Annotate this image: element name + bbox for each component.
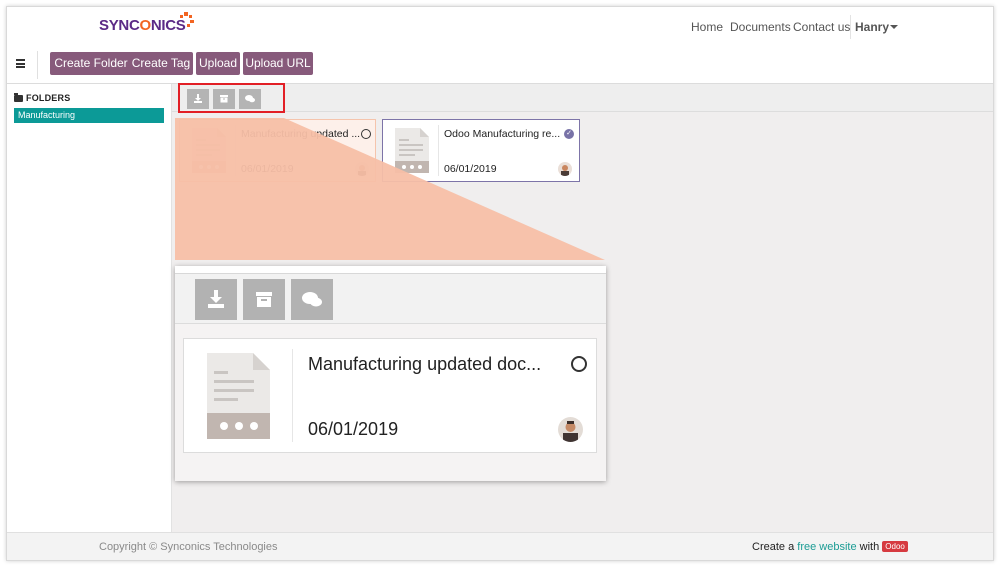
odoo-badge[interactable]: Odoo	[882, 541, 908, 552]
folders-sidebar: FOLDERS Manufacturing	[7, 84, 172, 532]
company-logo[interactable]: SYNCONICS	[99, 17, 186, 34]
comments-button[interactable]	[291, 279, 333, 320]
card-divider	[292, 349, 293, 442]
document-date: 06/01/2019	[444, 163, 497, 175]
upload-button[interactable]: Upload	[196, 52, 240, 75]
card-divider	[438, 125, 439, 176]
document-thumbnail-icon	[395, 128, 429, 173]
sidebar-item-manufacturing[interactable]: Manufacturing	[14, 108, 164, 123]
document-thumbnail-icon	[192, 128, 226, 173]
document-thumbnail-icon	[207, 353, 270, 439]
document-actions-toolbar	[172, 83, 993, 113]
caret-down-icon[interactable]	[890, 25, 898, 29]
hamburger-menu-icon[interactable]	[16, 59, 25, 68]
footer-credit: Create a free website with Odoo	[752, 541, 908, 553]
user-menu[interactable]: Hanry	[855, 20, 889, 34]
nav-home-link[interactable]: Home	[691, 20, 723, 34]
avatar	[558, 162, 572, 176]
archive-icon	[256, 292, 272, 307]
comments-icon	[302, 292, 322, 307]
magnified-content: Manufacturing updated doc... 06/01/2019	[175, 324, 606, 481]
control-panel: Create Folder Create Tag Upload Upload U…	[7, 45, 993, 84]
app-window: SYNCONICS Home Documents Contact us Hanr…	[6, 6, 994, 561]
document-card[interactable]: Manufacturing updated ... 06/01/2019	[179, 119, 376, 182]
download-button[interactable]	[195, 279, 237, 320]
card-divider	[235, 125, 236, 176]
document-title: Manufacturing updated ...	[241, 128, 361, 140]
avatar	[355, 162, 369, 176]
footer-with-text: with	[859, 541, 880, 553]
top-navbar: SYNCONICS Home Documents Contact us Hanr…	[7, 7, 993, 45]
select-circle-icon[interactable]	[571, 356, 587, 372]
nav-documents-link[interactable]: Documents	[730, 20, 791, 34]
magnified-toolbar	[175, 273, 606, 324]
create-folder-button[interactable]: Create Folder	[50, 52, 132, 75]
magnified-preview: Manufacturing updated doc... 06/01/2019	[175, 266, 606, 481]
upload-url-button[interactable]: Upload URL	[243, 52, 313, 75]
free-website-link[interactable]: free website	[797, 541, 856, 553]
document-date: 06/01/2019	[308, 419, 399, 439]
document-card[interactable]: Odoo Manufacturing re... 06/01/2019 ✓	[382, 119, 580, 182]
avatar	[558, 417, 583, 442]
folder-open-icon	[14, 93, 23, 102]
document-date: 06/01/2019	[241, 163, 294, 175]
document-title: Manufacturing updated doc...	[308, 354, 542, 374]
control-divider	[37, 51, 38, 79]
select-circle-icon[interactable]	[361, 129, 371, 139]
nav-contact-link[interactable]: Contact us	[793, 20, 850, 34]
folders-heading: FOLDERS	[26, 93, 71, 103]
footer-create-text: Create a	[752, 541, 795, 553]
archive-button[interactable]	[243, 279, 285, 320]
highlight-box	[178, 83, 285, 113]
copyright-text: Copyright © Synconics Technologies	[99, 541, 278, 553]
document-title: Odoo Manufacturing re...	[444, 128, 561, 140]
page-footer: Copyright © Synconics Technologies Creat…	[7, 532, 993, 560]
document-card[interactable]: Manufacturing updated doc... 06/01/2019	[183, 338, 597, 453]
check-circle-icon[interactable]: ✓	[564, 129, 574, 139]
download-icon	[208, 290, 224, 308]
nav-divider	[850, 15, 851, 39]
logo-spark-icon	[180, 12, 194, 27]
create-tag-button[interactable]: Create Tag	[129, 52, 193, 75]
